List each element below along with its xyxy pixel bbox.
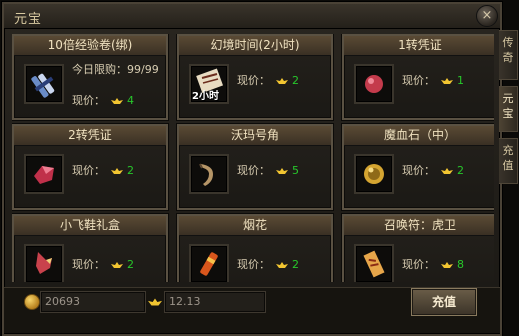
scroll-icon: [31, 73, 55, 98]
price-value: 1: [457, 74, 464, 87]
yuanbao-ingot-icon: [276, 262, 288, 268]
side-tab-recharge[interactable]: 充值: [499, 138, 518, 184]
item-slot[interactable]: [24, 154, 64, 194]
close-button[interactable]: ×: [476, 5, 498, 27]
horn-icon: [199, 163, 213, 186]
shop-item-card[interactable]: 召唤符：虎卫 现价： 8: [342, 214, 494, 282]
talisman-icon: [363, 250, 385, 278]
item-price: 现价： 2: [237, 72, 299, 88]
item-name: 10倍经验卷(绑): [14, 36, 166, 56]
price-label: 现价：: [72, 164, 105, 177]
item-name: 2转凭证: [14, 126, 166, 146]
item-name: 小飞鞋礼盒: [14, 216, 166, 236]
item-price: 现价： 2: [237, 256, 299, 272]
price-label: 现价：: [72, 258, 105, 271]
price-label: 现价：: [237, 74, 270, 87]
price-value: 2: [457, 164, 464, 177]
item-price: 现价： 2: [72, 162, 134, 178]
item-slot[interactable]: [24, 244, 64, 282]
title-bar: 元宝 ×: [4, 4, 500, 29]
yuanbao-ingot-icon: [276, 78, 288, 84]
gold-stone-icon: [364, 164, 384, 184]
price-label: 现价：: [402, 258, 435, 271]
yuanbao-ingot-icon: [441, 78, 453, 84]
price-value: 8: [457, 258, 464, 271]
shop-item-card[interactable]: 10倍经验卷(绑) 今日限购：99/99 现价： 4: [12, 34, 168, 120]
item-slot[interactable]: [354, 64, 394, 104]
shop-item-card[interactable]: 1转凭证 现价： 1: [342, 34, 494, 120]
price-value: 5: [292, 164, 299, 177]
item-slot[interactable]: [189, 244, 229, 282]
side-tab-label: 传奇: [502, 36, 514, 64]
item-slot[interactable]: [354, 244, 394, 282]
price-value: 2: [127, 164, 134, 177]
item-grid: 10倍经验卷(绑) 今日限购：99/99 现价： 4 幻境时间(2小时) 2小时…: [12, 34, 494, 282]
item-name: 1转凭证: [344, 36, 494, 56]
yuanbao-ingot-icon: [276, 168, 288, 174]
side-tab-yuanbao[interactable]: 元宝: [499, 86, 518, 132]
price-value: 4: [127, 94, 134, 107]
recharge-button[interactable]: 充值: [411, 288, 477, 316]
item-name: 召唤符：虎卫: [344, 216, 494, 236]
yuanbao-ingot-icon: [441, 262, 453, 268]
item-slot[interactable]: 2小时: [189, 64, 229, 104]
yuanbao-ingot-icon: [111, 168, 123, 174]
currency-bar: 20693 12.13 充值: [4, 287, 500, 333]
gold-coin-icon: [24, 294, 40, 310]
item-name: 沃玛号角: [179, 126, 331, 146]
shop-item-card[interactable]: 小飞鞋礼盒 现价： 2: [12, 214, 168, 282]
red-gem-icon: [365, 75, 383, 93]
price-label: 现价：: [402, 164, 435, 177]
yuanbao-ingot-icon: [441, 168, 453, 174]
price-label: 现价：: [72, 94, 105, 107]
item-price: 现价： 2: [402, 162, 464, 178]
price-value: 2: [292, 74, 299, 87]
side-tab-label: 充值: [502, 144, 514, 172]
shop-window: 元宝 × 10倍经验卷(绑) 今日限购：99/99 现价： 4 幻境时间(2小时): [2, 2, 502, 336]
item-name: 魔血石（中）: [344, 126, 494, 146]
price-value: 2: [292, 258, 299, 271]
yuanbao-ingot-icon: [148, 298, 162, 306]
shop-item-card[interactable]: 沃玛号角 现价： 5: [177, 124, 333, 210]
shop-item-card[interactable]: 2转凭证 现价： 2: [12, 124, 168, 210]
yuanbao-ingot-icon: [111, 98, 123, 104]
item-name: 烟花: [179, 216, 331, 236]
item-slot[interactable]: [354, 154, 394, 194]
price-label: 现价：: [237, 164, 270, 177]
purchase-limit: 今日限购：99/99: [72, 63, 159, 76]
shop-item-card[interactable]: 幻境时间(2小时) 2小时 现价： 2: [177, 34, 333, 120]
price-value: 2: [127, 258, 134, 271]
item-slot[interactable]: [24, 64, 64, 104]
gold-balance-field: 20693: [40, 291, 146, 313]
yuanbao-balance-field: 12.13: [164, 291, 266, 313]
item-name: 幻境时间(2小时): [179, 36, 331, 56]
shop-item-card[interactable]: 魔血石（中） 现价： 2: [342, 124, 494, 210]
item-price: 现价： 4: [72, 92, 134, 108]
window-title: 元宝: [14, 12, 43, 27]
side-tab-label: 元宝: [502, 92, 514, 120]
price-label: 现价：: [402, 74, 435, 87]
side-tab-legend[interactable]: 传奇: [499, 30, 518, 80]
item-price: 现价： 8: [402, 256, 464, 272]
item-price: 现价： 1: [402, 72, 464, 88]
item-price: 现价： 2: [72, 256, 134, 272]
item-price: 现价： 5: [237, 162, 299, 178]
yuanbao-ingot-icon: [111, 262, 123, 268]
shop-item-card[interactable]: 烟花 现价： 2: [177, 214, 333, 282]
price-label: 现价：: [237, 258, 270, 271]
shoe-icon: [36, 252, 52, 274]
red-crystal-icon: [34, 166, 54, 184]
item-slot[interactable]: [189, 154, 229, 194]
item-badge: 2小时: [192, 91, 219, 102]
firework-icon: [200, 252, 218, 276]
